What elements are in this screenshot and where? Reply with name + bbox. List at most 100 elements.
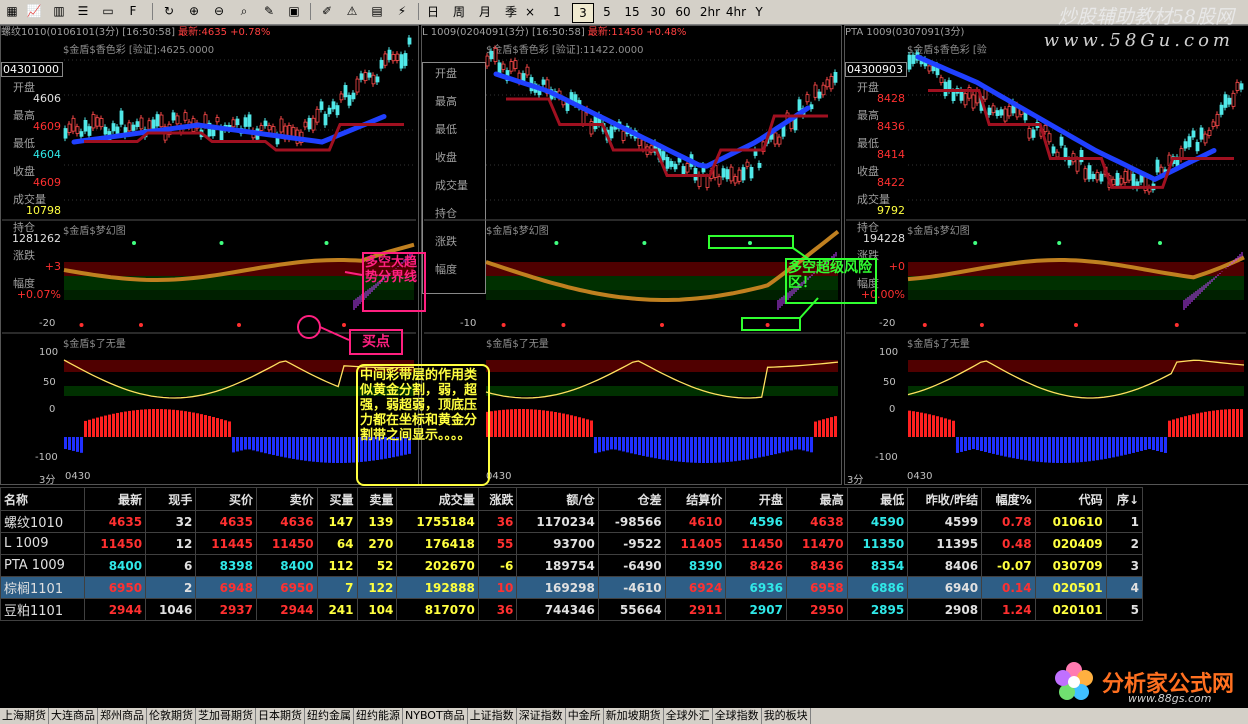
column-header[interactable]: 最新: [84, 487, 147, 511]
table-cell: 8426: [725, 554, 787, 577]
alert-icon[interactable]: ⚠: [343, 2, 361, 20]
market-tab[interactable]: 我的板块: [762, 708, 811, 724]
column-header[interactable]: 代码: [1034, 487, 1107, 511]
chart-panel-3[interactable]: PTA 1009(0307091(3分) $金盾$香色彩 [验 $金盾$梦幻图 …: [844, 25, 1248, 486]
table-cell: 5: [1105, 598, 1144, 621]
panel-symbol: 螺纹1010(0106101(3分): [1, 27, 120, 38]
market-tab[interactable]: 全球外汇: [664, 708, 713, 724]
f10-icon[interactable]: F: [124, 2, 142, 20]
column-header[interactable]: 现手: [145, 487, 197, 511]
table-cell: 4635: [84, 510, 147, 533]
market-tab[interactable]: 郑州商品: [98, 708, 147, 724]
time-label: 0430: [65, 471, 91, 482]
table-cell: 10: [477, 576, 518, 599]
edit-icon[interactable]: ✐: [318, 2, 336, 20]
period-month[interactable]: 月: [476, 3, 494, 21]
axis-label: 0: [889, 404, 896, 415]
column-header[interactable]: 最高: [785, 487, 848, 511]
column-header[interactable]: 涨跌: [477, 487, 518, 511]
column-header[interactable]: 买量: [316, 487, 358, 511]
market-tab[interactable]: 上海期货: [0, 708, 49, 724]
grid-icon[interactable]: ▦: [3, 2, 21, 20]
market-tabs: 上海期货 大连商品 郑州商品 伦敦期货 芝加哥期货 日本期货 纽约金属 纽约能源 NYBOT商品…: [0, 708, 1248, 724]
logo: 分析家公式网 www.88gs.com: [1048, 656, 1248, 708]
panel-change: +0.78%: [230, 27, 271, 38]
column-header[interactable]: 开盘: [725, 487, 787, 511]
column-header[interactable]: 名称: [0, 487, 86, 511]
refresh-icon[interactable]: ↻: [160, 2, 178, 20]
column-header[interactable]: 买价: [195, 487, 257, 511]
column-header[interactable]: 卖量: [356, 487, 398, 511]
period-y[interactable]: Y: [752, 3, 766, 21]
market-tab[interactable]: NYBOT商品: [403, 708, 468, 724]
table-row[interactable]: PTA 1009 8400 6 8398 8400 112 52 202670 -6 189754…: [0, 554, 1144, 577]
market-tab[interactable]: 上证指数: [468, 708, 517, 724]
column-header[interactable]: 成交量: [396, 487, 479, 511]
table-row[interactable]: 螺纹1010 4635 32 4635 4636 147 139 1755184 36 11702…: [0, 510, 1144, 533]
period-60[interactable]: 60: [673, 3, 693, 21]
period-week[interactable]: 周: [450, 3, 468, 21]
period-x[interactable]: ×: [523, 3, 537, 21]
column-header[interactable]: 额/仓: [516, 487, 599, 511]
table-cell: 4599: [907, 510, 983, 533]
info-value: +0.07%: [16, 288, 61, 301]
column-header[interactable]: 结算价: [664, 487, 727, 511]
search-icon[interactable]: ⌕: [235, 2, 253, 20]
market-tab[interactable]: 全球指数: [713, 708, 762, 724]
market-tab[interactable]: 纽约能源: [354, 708, 403, 724]
period-4hr[interactable]: 4hr: [724, 3, 748, 21]
market-tab[interactable]: 伦敦期货: [147, 708, 196, 724]
info-value: 9792: [877, 204, 905, 217]
market-tab[interactable]: 中金所: [566, 708, 604, 724]
line-chart-icon[interactable]: 📈: [25, 2, 43, 20]
table-cell: 8398: [195, 554, 257, 577]
table-cell: 4596: [725, 510, 787, 533]
column-header[interactable]: 幅度%: [981, 487, 1036, 511]
lightning-icon[interactable]: ⚡: [393, 2, 411, 20]
period-2hr[interactable]: 2hr: [698, 3, 722, 21]
column-header[interactable]: 仓差: [597, 487, 666, 511]
table-row[interactable]: 豆粕1101 2944 1046 2937 2944 241 104 817070 36 7443…: [0, 598, 1144, 621]
list-icon[interactable]: ☰: [74, 2, 92, 20]
chart-icon[interactable]: ▤: [368, 2, 386, 20]
candle-icon[interactable]: ▥: [50, 2, 68, 20]
column-header[interactable]: 卖价: [256, 487, 318, 511]
table-row[interactable]: L 1009 11450 12 11445 11450 64 270 176418 55 9370…: [0, 532, 1144, 555]
market-tab[interactable]: 大连商品: [49, 708, 98, 724]
period-1[interactable]: 1: [550, 3, 564, 21]
window-icon[interactable]: ▣: [285, 2, 303, 20]
period-3[interactable]: 3: [572, 3, 594, 23]
table-cell: 4638: [785, 510, 848, 533]
column-header[interactable]: 最低: [846, 487, 909, 511]
market-tab[interactable]: 芝加哥期货: [196, 708, 256, 724]
monitor-icon[interactable]: ▭: [99, 2, 117, 20]
zoom-in-icon[interactable]: ⊕: [185, 2, 203, 20]
market-tab[interactable]: 日本期货: [256, 708, 305, 724]
period-label: 3分: [39, 475, 56, 486]
period-5[interactable]: 5: [600, 3, 614, 21]
info-label: 最低: [13, 137, 35, 150]
period-15[interactable]: 15: [622, 3, 642, 21]
market-tab[interactable]: 纽约金属: [305, 708, 354, 724]
market-tab[interactable]: 新加坡期货: [604, 708, 664, 724]
zoom-out-icon[interactable]: ⊖: [210, 2, 228, 20]
table-cell: 2: [1105, 532, 1144, 555]
period-30[interactable]: 30: [648, 3, 668, 21]
column-header[interactable]: 序↓: [1105, 487, 1144, 511]
axis-label: 100: [39, 347, 59, 358]
table-row[interactable]: 棕榈1101 6950 2 6948 6950 7 122 192888 10 169298 -46…: [0, 576, 1144, 599]
period-season[interactable]: 季: [502, 3, 520, 21]
info-label: 最高: [857, 109, 879, 122]
annotation-risk-zone: 多空超级风险区！: [785, 258, 877, 304]
table-cell: 6940: [907, 576, 983, 599]
tools-icon[interactable]: ✎: [260, 2, 278, 20]
market-tab[interactable]: 深证指数: [517, 708, 566, 724]
table-cell: PTA 1009: [0, 554, 86, 577]
column-header[interactable]: 昨收/昨结: [907, 487, 983, 511]
table-cell: 176418: [396, 532, 479, 555]
info-value: 8428: [877, 92, 905, 105]
table-cell: L 1009: [0, 532, 86, 555]
table-cell: 11470: [785, 532, 848, 555]
panel-price: 最新:11450: [587, 27, 644, 38]
period-day[interactable]: 日: [424, 3, 442, 21]
